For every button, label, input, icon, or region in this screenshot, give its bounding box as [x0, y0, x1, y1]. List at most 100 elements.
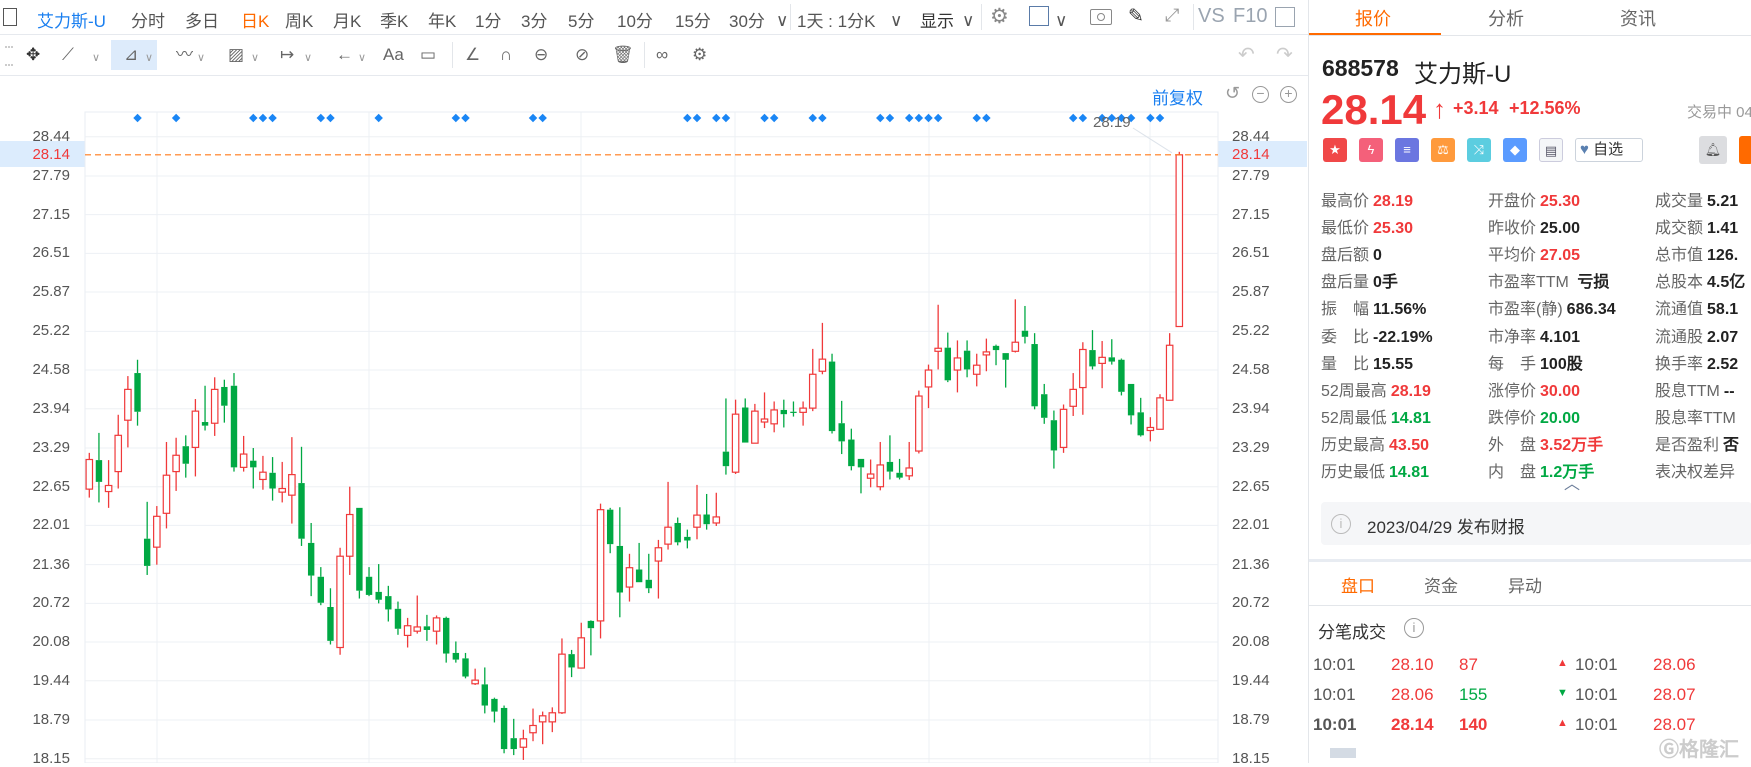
stat-label: 盘后量 [1321, 274, 1370, 292]
candle-body [760, 418, 769, 423]
notes-icon[interactable]: ▤ [1539, 138, 1563, 162]
tag-icon[interactable]: ◆ [1503, 138, 1527, 162]
ticks-title: 分笔成交 [1318, 623, 1386, 642]
candle-body [770, 409, 778, 425]
candle-body [104, 484, 113, 493]
high-leader-line [1132, 127, 1173, 154]
stat-row: 流通值 58.1 [1655, 295, 1738, 319]
watchlist-label: 自选 [1593, 141, 1624, 158]
tick-time: 10:01 [1575, 715, 1618, 734]
tab-quote[interactable]: 报价 [1355, 5, 1391, 31]
balance-icon[interactable]: ⚖ [1431, 138, 1455, 162]
candle-body [278, 487, 287, 493]
china-flag-icon[interactable]: ★ [1323, 138, 1347, 162]
watchlist-button[interactable]: ♥ 自选 [1575, 138, 1643, 162]
candle-body [674, 522, 681, 543]
y-tick-label: 20.08 [32, 633, 70, 651]
y-tick-label: 20.72 [32, 594, 70, 612]
candle-body [568, 654, 575, 668]
candle-body [587, 620, 595, 629]
stat-label: 市盈率(静) [1488, 301, 1563, 319]
arrow-up-icon: ▲ [1557, 717, 1568, 729]
stat-value: 43.50 [1389, 436, 1430, 454]
candle-body [365, 576, 373, 595]
candle-body [808, 373, 817, 409]
y-tick-label: 26.51 [1232, 244, 1270, 262]
candle-body [645, 579, 652, 589]
stat-label: 是否盈利 [1655, 436, 1720, 454]
stat-row: 52周最高 28.19 [1321, 377, 1431, 401]
margin-icon[interactable]: ϟ [1359, 138, 1383, 162]
candle-body [886, 461, 894, 472]
database-icon[interactable]: ≡ [1395, 138, 1419, 162]
candle-body [462, 658, 469, 677]
candle-body [1050, 420, 1058, 451]
stat-value: 14.81 [1390, 409, 1431, 427]
scrollbar-thumb[interactable] [1330, 748, 1356, 758]
arrow-up-icon: ▲ [1557, 657, 1568, 669]
y-tick-label: 25.22 [32, 322, 70, 340]
tab-orderbook[interactable]: 盘口 [1341, 572, 1375, 597]
stat-label: 最低价 [1321, 220, 1370, 238]
candle-body [95, 460, 103, 482]
stat-label: 成交量 [1655, 193, 1704, 210]
stat-row: 成交额 1.41 [1655, 214, 1738, 238]
y-tick-label: 25.87 [1232, 283, 1270, 301]
current-price: 28.14 [1321, 86, 1427, 133]
stat-value: 3.52万手 [1540, 436, 1604, 454]
y-tick-label: 27.15 [32, 205, 70, 223]
shuffle-icon[interactable]: ⤨ [1467, 138, 1491, 162]
stat-label: 股息率TTM [1655, 409, 1736, 427]
candle-body [896, 472, 903, 478]
stat-label: 量 比 [1321, 355, 1370, 373]
stat-value: 686.34 [1566, 301, 1616, 319]
high-price-label: 28.19 [1093, 114, 1131, 131]
stat-row: 换手率 2.52 [1655, 350, 1738, 374]
expand-up-icon[interactable]: ︿ [1564, 470, 1580, 494]
candle-body [1041, 394, 1048, 418]
stat-row: 总市值 126. [1655, 241, 1738, 265]
y-tick-label: 22.65 [32, 477, 70, 495]
candle-body [413, 626, 422, 632]
stat-row: 平均价 27.05 [1488, 241, 1580, 265]
y-tick-label: 18.79 [32, 711, 70, 729]
stat-value: -- [1723, 382, 1735, 400]
stat-row: 成交量 5.21 [1655, 187, 1738, 211]
tab-analysis[interactable]: 分析 [1488, 5, 1524, 31]
candle-body [481, 684, 488, 706]
stat-value: 15.55 [1373, 355, 1414, 373]
bell-icon[interactable]: 🔔︎ [1699, 136, 1727, 164]
y-tick-label: 23.29 [1232, 439, 1270, 457]
event-marker [1146, 113, 1155, 123]
tab-funds[interactable]: 资金 [1424, 572, 1458, 597]
tab-unusual[interactable]: 异动 [1508, 572, 1542, 597]
event-marker [258, 113, 268, 123]
earnings-notice[interactable]: i 2023/04/29 发布财报 [1321, 502, 1751, 545]
stat-row: 总股本 4.5亿 [1655, 268, 1745, 292]
candle-body [712, 516, 721, 524]
stat-label: 总市值 [1655, 247, 1704, 265]
stat-row: 市盈率TTM 亏损 [1488, 268, 1609, 292]
candle-body [982, 351, 991, 356]
stock-code: 688578 [1322, 55, 1399, 81]
stat-value: 30.00 [1540, 382, 1581, 400]
event-marker [268, 113, 277, 123]
stat-value: 25.00 [1540, 220, 1581, 238]
orange-badge-icon[interactable] [1739, 136, 1751, 164]
candle-body [1011, 341, 1020, 352]
y-tick-label: 21.36 [1232, 555, 1270, 573]
stat-value: 2.07 [1707, 328, 1739, 346]
candlestick-chart[interactable]: 28.19 [0, 0, 1308, 763]
info-icon[interactable]: i [1404, 618, 1424, 638]
candle-body [210, 388, 219, 424]
event-marker [461, 113, 470, 123]
stat-value: 28.19 [1390, 382, 1431, 400]
candle-body [876, 464, 885, 488]
stat-value: 0 [1373, 247, 1382, 265]
candle-body [1002, 353, 1009, 360]
candle-body [201, 422, 209, 426]
tab-news[interactable]: 资讯 [1620, 5, 1656, 31]
event-marker [972, 113, 981, 123]
candle-body [1137, 412, 1144, 436]
candle-body [972, 364, 981, 375]
